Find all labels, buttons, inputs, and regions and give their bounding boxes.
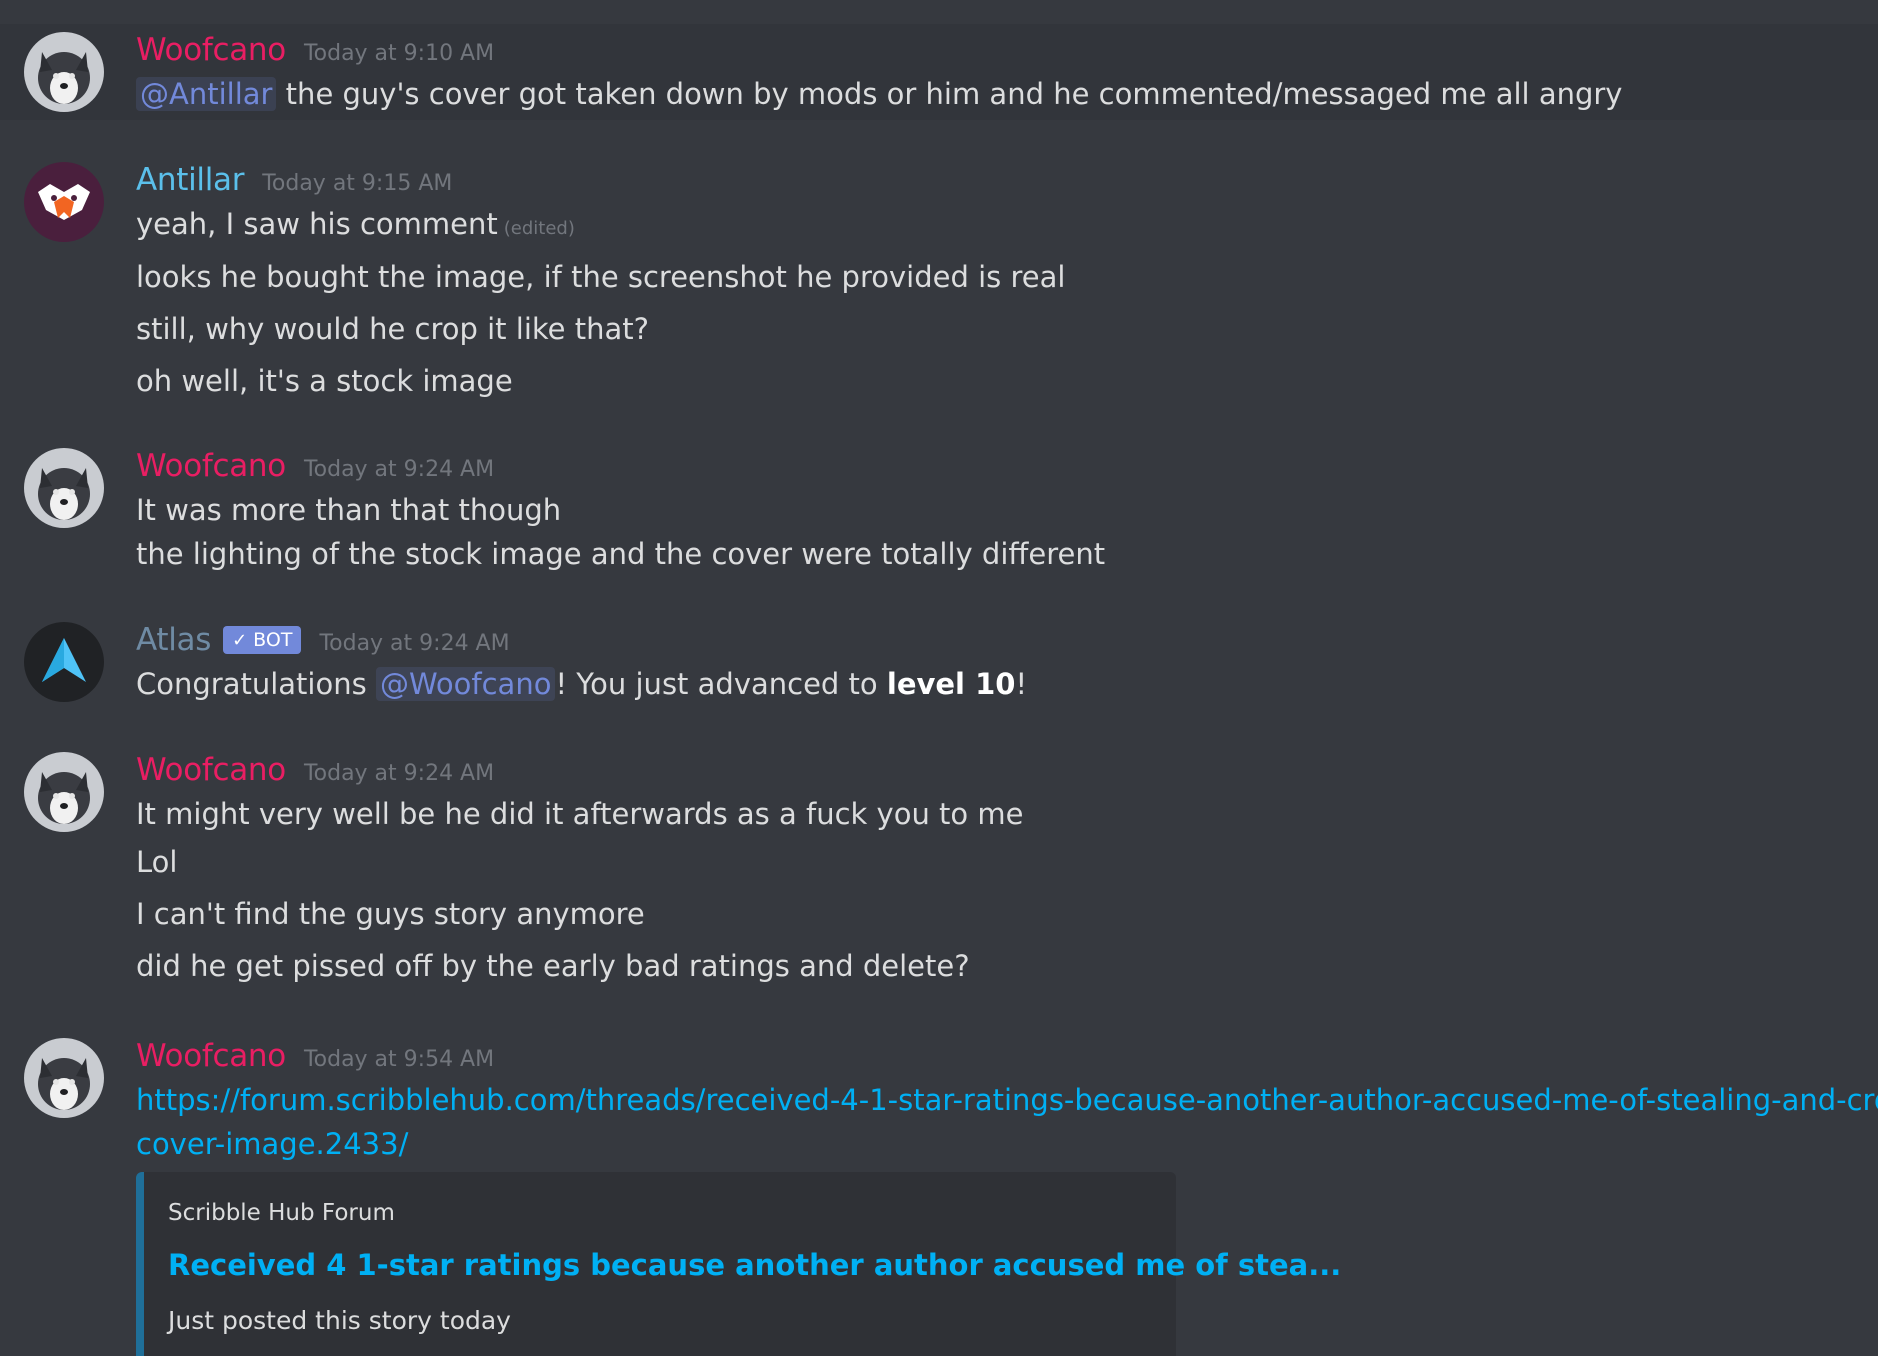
message-timestamp: Today at 9:15 AM <box>262 171 453 196</box>
message-text: @Antillar the guy's cover got taken down… <box>136 72 1622 116</box>
message-timestamp: Today at 9:24 AM <box>303 457 495 482</box>
message-text: looks he bought the image, if the screen… <box>136 260 1066 294</box>
message-group-woofcano-1: Woofcano Today at 9:10 AM @Antillar the … <box>0 24 1878 120</box>
edited-label: (edited) <box>503 218 575 239</box>
husky-avatar-icon <box>24 1038 104 1118</box>
message-timestamp: Today at 9:24 AM <box>319 631 510 656</box>
message-text: yeah, I saw his comment (edited) <box>136 207 575 241</box>
author-name[interactable]: Antillar <box>136 162 245 198</box>
message-text: I can't find the guys story anymore <box>136 897 645 931</box>
author-name[interactable]: Woofcano <box>136 1038 286 1074</box>
husky-avatar-icon <box>24 32 104 112</box>
antillar-avatar[interactable] <box>24 162 104 242</box>
message-timestamp: Today at 9:24 AM <box>303 761 495 786</box>
message-link[interactable]: https://forum.scribblehub.com/threads/re… <box>136 1078 1878 1122</box>
message-text: Lol <box>136 845 178 879</box>
user-mention[interactable]: @Woofcano <box>375 667 556 701</box>
chat-messages: Woofcano Today at 9:10 AM @Antillar the … <box>0 0 1878 1356</box>
author-name[interactable]: Woofcano <box>136 448 286 484</box>
woofcano-avatar[interactable] <box>24 32 104 112</box>
user-mention[interactable]: @Antillar <box>136 77 277 111</box>
woofcano-avatar[interactable] <box>24 752 104 832</box>
atlas-arrow-avatar-icon <box>24 622 104 702</box>
bot-tag: ✓ BOT <box>223 626 302 654</box>
embed-provider[interactable]: Scribble Hub Forum <box>168 1200 1176 1226</box>
author-name[interactable]: Atlas <box>136 622 211 658</box>
message-text: did he get pissed off by the early bad r… <box>136 949 970 983</box>
link-embed: Scribble Hub Forum Received 4 1-star rat… <box>136 1172 1341 1356</box>
fox-mask-avatar-icon <box>24 162 104 242</box>
message-text: oh well, it's a stock image <box>136 364 513 398</box>
message-text: It might very well be he did it afterwar… <box>136 797 1024 831</box>
embed-title[interactable]: Received 4 1-star ratings because anothe… <box>168 1248 1341 1282</box>
message-text: It was more than that though <box>136 493 562 527</box>
husky-avatar-icon <box>24 752 104 832</box>
author-name[interactable]: Woofcano <box>136 32 286 68</box>
message-text: Congratulations @Woofcano! You just adva… <box>136 667 1028 701</box>
author-name[interactable]: Woofcano <box>136 752 286 788</box>
woofcano-avatar[interactable] <box>24 1038 104 1118</box>
message-timestamp: Today at 9:54 AM <box>303 1047 495 1072</box>
husky-avatar-icon <box>24 448 104 528</box>
checkmark-icon: ✓ <box>232 629 248 651</box>
message-link-continued[interactable]: cover-image.2433/ <box>136 1122 1878 1166</box>
message-text: the lighting of the stock image and the … <box>136 537 1106 571</box>
message-timestamp: Today at 9:10 AM <box>303 41 495 66</box>
message-text: still, why would he crop it like that? <box>136 312 649 346</box>
woofcano-avatar[interactable] <box>24 448 104 528</box>
atlas-avatar[interactable] <box>24 622 104 702</box>
embed-description: Just posted this story today <box>168 1306 511 1335</box>
